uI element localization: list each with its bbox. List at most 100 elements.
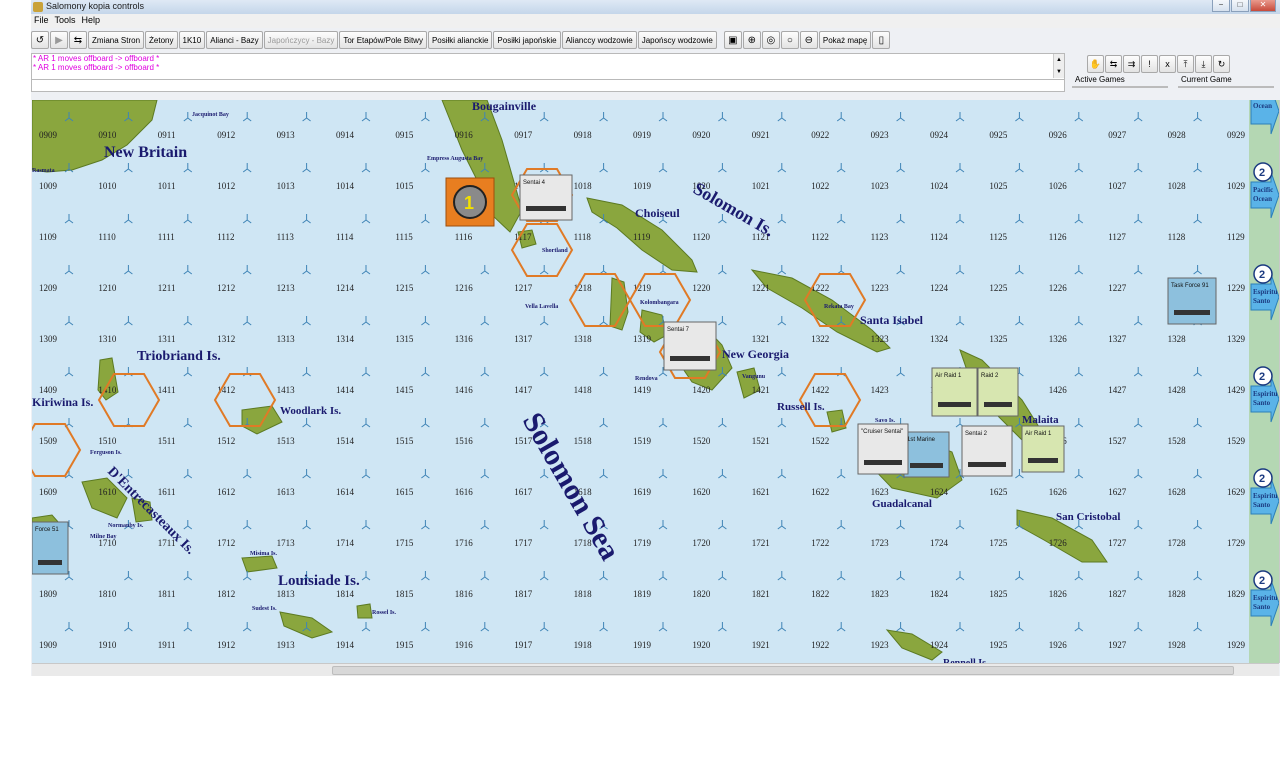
zoom-select-icon[interactable]: ◎	[761, 31, 780, 49]
hex-number: 1715	[395, 538, 414, 548]
arrows-icon[interactable]: ⇆	[1105, 55, 1122, 73]
hex-number: 1828	[1168, 589, 1187, 599]
undo-icon[interactable]: ↺	[31, 31, 49, 49]
place-label: Savo Is.	[875, 418, 896, 424]
hex-number: 1223	[871, 283, 890, 293]
hex-number: 1419	[633, 385, 652, 395]
rail-label: Espiritu	[1253, 390, 1278, 398]
hex-number: 1725	[989, 538, 1008, 548]
1k10-button[interactable]: 1K10	[178, 31, 206, 49]
scroll-thumb[interactable]	[332, 666, 1234, 675]
hex-number: 0924	[930, 130, 949, 140]
hand-icon[interactable]: ✋	[1087, 55, 1104, 73]
posilki-japonskie-button[interactable]: Posiłki japońskie	[493, 31, 561, 49]
japonczycy-bazy-button[interactable]: Japończycy - Bazy	[263, 31, 339, 49]
ship-silhouette	[1174, 310, 1210, 315]
rail-label: Ocean	[1253, 195, 1272, 203]
hex-number: 1227	[1108, 283, 1127, 293]
counter-label: 1st Marine	[907, 437, 936, 443]
japonscy-wodzowie-button[interactable]: Japońscy wodzowie	[637, 31, 717, 49]
ship-silhouette	[910, 463, 943, 468]
place-label: Sudest Is.	[252, 606, 277, 612]
refresh-icon[interactable]: ↻	[1213, 55, 1230, 73]
rail-label: Santo	[1253, 603, 1271, 611]
zoom-out-icon[interactable]: ⊖	[799, 31, 818, 49]
hex-number: 1724	[930, 538, 949, 548]
hex-number: 0925	[989, 130, 1008, 140]
hex-number: 1315	[395, 334, 414, 344]
hex-number: 1422	[811, 385, 829, 395]
hex-number: 1619	[633, 487, 652, 497]
hex-number: 1319	[633, 334, 652, 344]
hex-number: 0922	[811, 130, 829, 140]
hex-number: 0923	[871, 130, 890, 140]
hex-number: 1322	[811, 334, 829, 344]
show-map-button[interactable]: Pokaż mapę	[818, 31, 872, 49]
zetony-button[interactable]: Żetony	[145, 31, 178, 49]
counter-label: Sentai 2	[965, 431, 988, 437]
place-label: Vella Lavella	[525, 304, 558, 310]
hex-number: 1918	[574, 640, 593, 650]
current-game-tab[interactable]: Current Game	[1178, 74, 1274, 88]
hex-number: 1922	[811, 640, 829, 650]
stack-down-icon[interactable]: ⤓	[1195, 55, 1212, 73]
place-label: Rendova	[635, 376, 658, 382]
hex-number: 1321	[752, 334, 770, 344]
device-icon[interactable]: ▯	[872, 31, 891, 49]
hex-number: 1617	[514, 487, 533, 497]
chat-input[interactable]	[32, 79, 1064, 91]
hex-number: 1310	[98, 334, 117, 344]
camera-icon[interactable]: ▣	[723, 31, 742, 49]
delete-icon[interactable]: x	[1159, 55, 1176, 73]
hex-number: 1328	[1168, 334, 1187, 344]
ship-silhouette	[864, 460, 902, 465]
maximize-button[interactable]: □	[1231, 0, 1249, 12]
hex-number: 1011	[158, 181, 176, 191]
zmiana-stron-button[interactable]: Zmiana Stron	[88, 31, 145, 49]
menu-tools[interactable]: Tools	[52, 14, 79, 28]
log-scrollbar[interactable]: ▲ ▼	[1053, 54, 1064, 78]
rail-label: Pacific	[1253, 186, 1273, 194]
hex-number: 1615	[395, 487, 414, 497]
game-map[interactable]: 0909 0910 0911 0912 0913 0914 0915 0916 0917 0918…	[32, 100, 1249, 663]
hex-number: 1614	[336, 487, 355, 497]
menu-help[interactable]: Help	[79, 14, 104, 28]
active-games-tab[interactable]: Active Games	[1072, 74, 1168, 88]
hex-number: 1110	[98, 232, 116, 242]
alert-icon[interactable]: !	[1141, 55, 1158, 73]
hex-number: 1311	[158, 334, 176, 344]
hex-number: 1829	[1227, 589, 1246, 599]
posilki-alianckie-button[interactable]: Posiłki alianckie	[427, 31, 493, 49]
hex-number: 1327	[1108, 334, 1127, 344]
alianccy-wodzowie-button[interactable]: Alianccy wodzowie	[561, 31, 637, 49]
hex-number: 1413	[277, 385, 296, 395]
log-line: * AR 1 moves offboard -> offboard *	[33, 54, 160, 63]
hex-number: 1119	[633, 232, 651, 242]
hex-number: 1025	[989, 181, 1008, 191]
zoom-icon[interactable]: ○	[780, 31, 799, 49]
hex-number: 1610	[98, 487, 117, 497]
rossel-land	[356, 603, 373, 619]
hex-number: 1916	[455, 640, 474, 650]
hex-number: 1813	[277, 589, 296, 599]
alianci-bazy-button[interactable]: Alianci - Bazy	[206, 31, 263, 49]
minimize-button[interactable]: −	[1212, 0, 1230, 12]
swap-icon[interactable]: ⇆	[69, 31, 87, 49]
hex-number: 1521	[752, 436, 770, 446]
tor-etapow-button[interactable]: Tor Etapów/Pole Bitwy	[339, 31, 427, 49]
hex-number: 1809	[39, 589, 58, 599]
map-horizontal-scrollbar[interactable]	[32, 663, 1279, 676]
split-icon[interactable]: ⇉	[1123, 55, 1140, 73]
menu-file[interactable]: File	[31, 14, 52, 28]
zoom-in-icon[interactable]: ⊕	[742, 31, 761, 49]
hex-number: 1920	[692, 640, 711, 650]
hex-number: 1516	[455, 436, 474, 446]
step-icon[interactable]: ▶	[50, 31, 68, 49]
map-canvas[interactable]: 0909 0910 0911 0912 0913 0914 0915 0916 0917 0918…	[32, 100, 1249, 663]
toolbar: ↺ ▶ ⇆ Zmiana Stron Żetony 1K10 Alianci -…	[31, 30, 891, 50]
close-button[interactable]: ✕	[1250, 0, 1276, 12]
stack-up-icon[interactable]: ⤒	[1177, 55, 1194, 73]
region-label: Choiseul	[635, 206, 680, 220]
rail-badge-number: 2	[1259, 167, 1265, 179]
hex-number: 0919	[633, 130, 652, 140]
